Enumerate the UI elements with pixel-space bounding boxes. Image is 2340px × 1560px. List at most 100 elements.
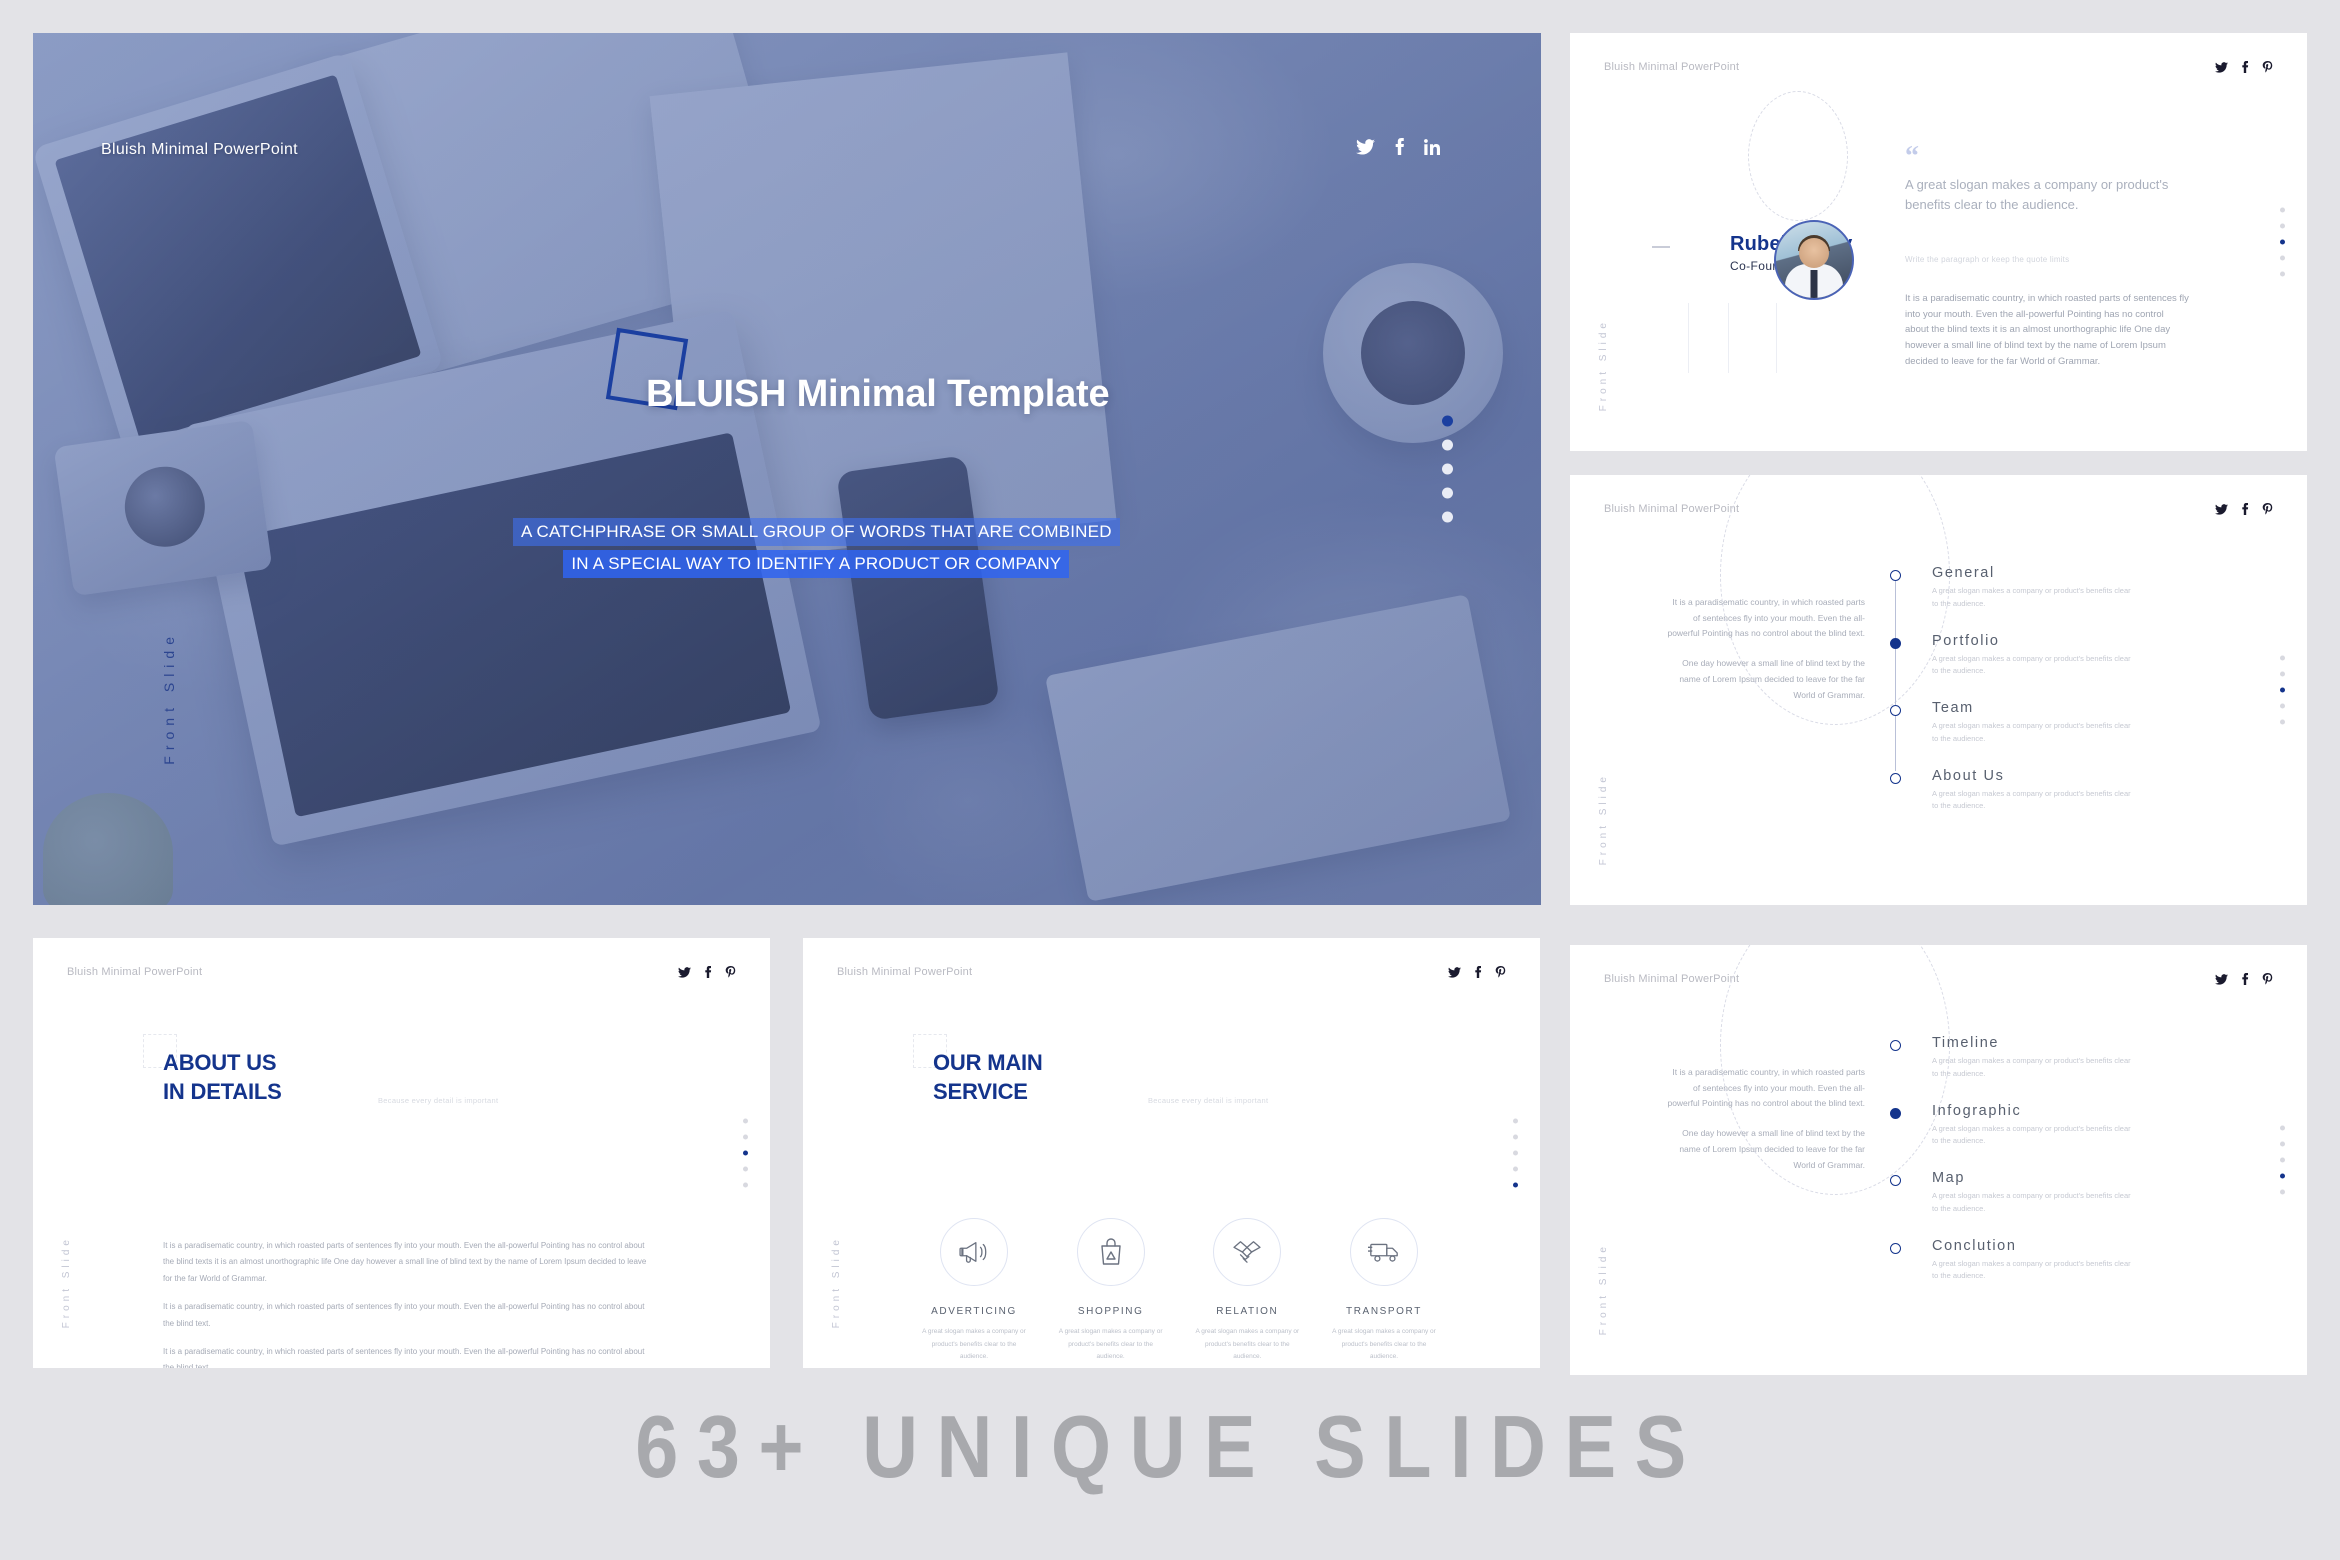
dot-3[interactable] <box>2280 687 2285 693</box>
social-links[interactable] <box>1448 966 1506 978</box>
pinterest-icon[interactable] <box>2262 61 2273 73</box>
dot-2[interactable] <box>2280 1141 2285 1147</box>
menu-list[interactable]: Timeline A great slogan makes a company … <box>1890 1035 2220 1305</box>
dot-3[interactable] <box>743 1150 748 1156</box>
slide-menu-timeline[interactable]: Bluish Minimal PowerPoint It is a paradi… <box>1570 945 2307 1375</box>
service-card-shopping[interactable]: SHOPPING A great slogan makes a company … <box>1056 1218 1166 1364</box>
slide-brand-label: Bluish Minimal PowerPoint <box>1604 503 1740 515</box>
bullet-icon <box>1890 1107 1901 1119</box>
dot-5[interactable] <box>1513 1182 1518 1188</box>
slide-indicator[interactable] <box>1513 1118 1518 1188</box>
facebook-icon[interactable] <box>704 966 712 978</box>
dot-2[interactable] <box>1513 1134 1518 1140</box>
menu-item-infographic[interactable]: Infographic A great slogan makes a compa… <box>1890 1103 2220 1149</box>
pinterest-icon[interactable] <box>2262 503 2273 515</box>
menu-item-map[interactable]: Map A great slogan makes a company or pr… <box>1890 1170 2220 1216</box>
menu-item-label: Conclution <box>1932 1237 2017 1254</box>
menu-item-general[interactable]: General A great slogan makes a company o… <box>1890 565 2220 611</box>
facebook-icon[interactable] <box>2241 503 2249 515</box>
dot-1[interactable] <box>743 1118 748 1124</box>
service-card-relation[interactable]: RELATION A great slogan makes a company … <box>1192 1218 1302 1364</box>
menu-item-conclution[interactable]: Conclution A great slogan makes a compan… <box>1890 1238 2220 1284</box>
service-name: ADVERTICING <box>931 1306 1017 1317</box>
service-name: RELATION <box>1216 1306 1279 1317</box>
twitter-icon[interactable] <box>1448 966 1461 978</box>
hero-slide-indicator[interactable] <box>1442 415 1453 523</box>
facebook-icon[interactable] <box>1474 966 1482 978</box>
slide-brand-label: Bluish Minimal PowerPoint <box>67 966 203 978</box>
quote-mark-icon: “ <box>1905 141 1919 172</box>
dot-2[interactable] <box>743 1134 748 1140</box>
twitter-icon[interactable] <box>2215 973 2228 985</box>
slide-indicator[interactable] <box>743 1118 748 1188</box>
hero-dot-1[interactable] <box>1442 415 1453 427</box>
menu-item-about-us[interactable]: About Us A great slogan makes a company … <box>1890 768 2220 814</box>
bullet-icon <box>1890 570 1901 581</box>
menu-item-timeline[interactable]: Timeline A great slogan makes a company … <box>1890 1035 2220 1081</box>
dot-4[interactable] <box>2280 1173 2285 1179</box>
dot-1[interactable] <box>2280 655 2285 661</box>
facebook-icon[interactable] <box>1394 138 1405 155</box>
twitter-icon[interactable] <box>2215 61 2228 73</box>
dot-5[interactable] <box>2280 1189 2285 1195</box>
twitter-icon[interactable] <box>678 966 691 978</box>
hero-dot-4[interactable] <box>1442 487 1453 499</box>
slide-indicator[interactable] <box>2280 207 2285 277</box>
slide-indicator[interactable] <box>2280 1125 2285 1195</box>
hero-dot-5[interactable] <box>1442 511 1453 523</box>
menu-item-description: A great slogan makes a company or produc… <box>1932 721 2131 743</box>
service-card-adverticing[interactable]: ADVERTICING A great slogan makes a compa… <box>919 1218 1029 1364</box>
dot-3[interactable] <box>2280 239 2285 245</box>
menu-item-portfolio[interactable]: Portfolio A great slogan makes a company… <box>1890 633 2220 679</box>
hero-slide[interactable]: Bluish Minimal PowerPoint BLUISH Minimal… <box>33 33 1541 905</box>
decorative-vertical-lines <box>1688 303 1788 373</box>
dot-4[interactable] <box>2280 703 2285 709</box>
slide-our-main-service[interactable]: Bluish Minimal PowerPoint OUR MAIN SERVI… <box>803 938 1540 1368</box>
menu-item-description: A great slogan makes a company or produc… <box>1932 1056 2131 1078</box>
slide-brand-label: Bluish Minimal PowerPoint <box>1604 61 1740 73</box>
dot-1[interactable] <box>1513 1118 1518 1124</box>
dot-1[interactable] <box>2280 1125 2285 1131</box>
slide-about-us[interactable]: Bluish Minimal PowerPoint ABOUT US IN DE… <box>33 938 770 1368</box>
dot-2[interactable] <box>2280 223 2285 229</box>
page-title-line-1: OUR MAIN <box>933 1050 1043 1075</box>
twitter-icon[interactable] <box>2215 503 2228 515</box>
hero-dot-3[interactable] <box>1442 463 1453 475</box>
hero-subtitle: A CATCHPHRASE OR SMALL GROUP OF WORDS TH… <box>513 518 1120 578</box>
service-description: A great slogan makes a company or produc… <box>922 1328 1026 1361</box>
twitter-icon[interactable] <box>1356 138 1375 155</box>
hero-dot-2[interactable] <box>1442 439 1453 451</box>
hero-side-label: Front Slide <box>161 631 177 765</box>
linkedin-icon[interactable] <box>1424 138 1441 155</box>
menu-list[interactable]: General A great slogan makes a company o… <box>1890 565 2220 835</box>
facebook-icon[interactable] <box>2241 973 2249 985</box>
menu-item-label: About Us <box>1932 767 2005 784</box>
facebook-icon[interactable] <box>2241 61 2249 73</box>
slide-indicator[interactable] <box>2280 655 2285 725</box>
slide-quote[interactable]: Bluish Minimal PowerPoint Rubel Mistry C… <box>1570 33 2307 451</box>
dot-3[interactable] <box>1513 1150 1518 1156</box>
dot-4[interactable] <box>743 1166 748 1172</box>
slide-menu-general[interactable]: Bluish Minimal PowerPoint It is a paradi… <box>1570 475 2307 905</box>
pinterest-icon[interactable] <box>2262 973 2273 985</box>
dot-1[interactable] <box>2280 207 2285 213</box>
hero-subtitle-line-1: A CATCHPHRASE OR SMALL GROUP OF WORDS TH… <box>513 518 1120 546</box>
slide-left-paragraphs: It is a paradisematic country, in which … <box>1665 1065 1865 1173</box>
dot-4[interactable] <box>2280 255 2285 261</box>
pinterest-icon[interactable] <box>725 966 736 978</box>
social-links[interactable] <box>678 966 736 978</box>
hero-social-links[interactable] <box>1356 138 1441 155</box>
dot-5[interactable] <box>2280 719 2285 725</box>
pinterest-icon[interactable] <box>1495 966 1506 978</box>
social-links[interactable] <box>2215 61 2273 73</box>
dot-4[interactable] <box>1513 1166 1518 1172</box>
social-links[interactable] <box>2215 973 2273 985</box>
dot-3[interactable] <box>2280 1157 2285 1163</box>
social-links[interactable] <box>2215 503 2273 515</box>
dot-2[interactable] <box>2280 671 2285 677</box>
service-card-transport[interactable]: TRANSPORT A great slogan makes a company… <box>1329 1218 1439 1364</box>
footer-headline: 63+ UNIQUE SLIDES <box>635 1397 1705 1496</box>
menu-item-team[interactable]: Team A great slogan makes a company or p… <box>1890 700 2220 746</box>
dot-5[interactable] <box>2280 271 2285 277</box>
dot-5[interactable] <box>743 1182 748 1188</box>
